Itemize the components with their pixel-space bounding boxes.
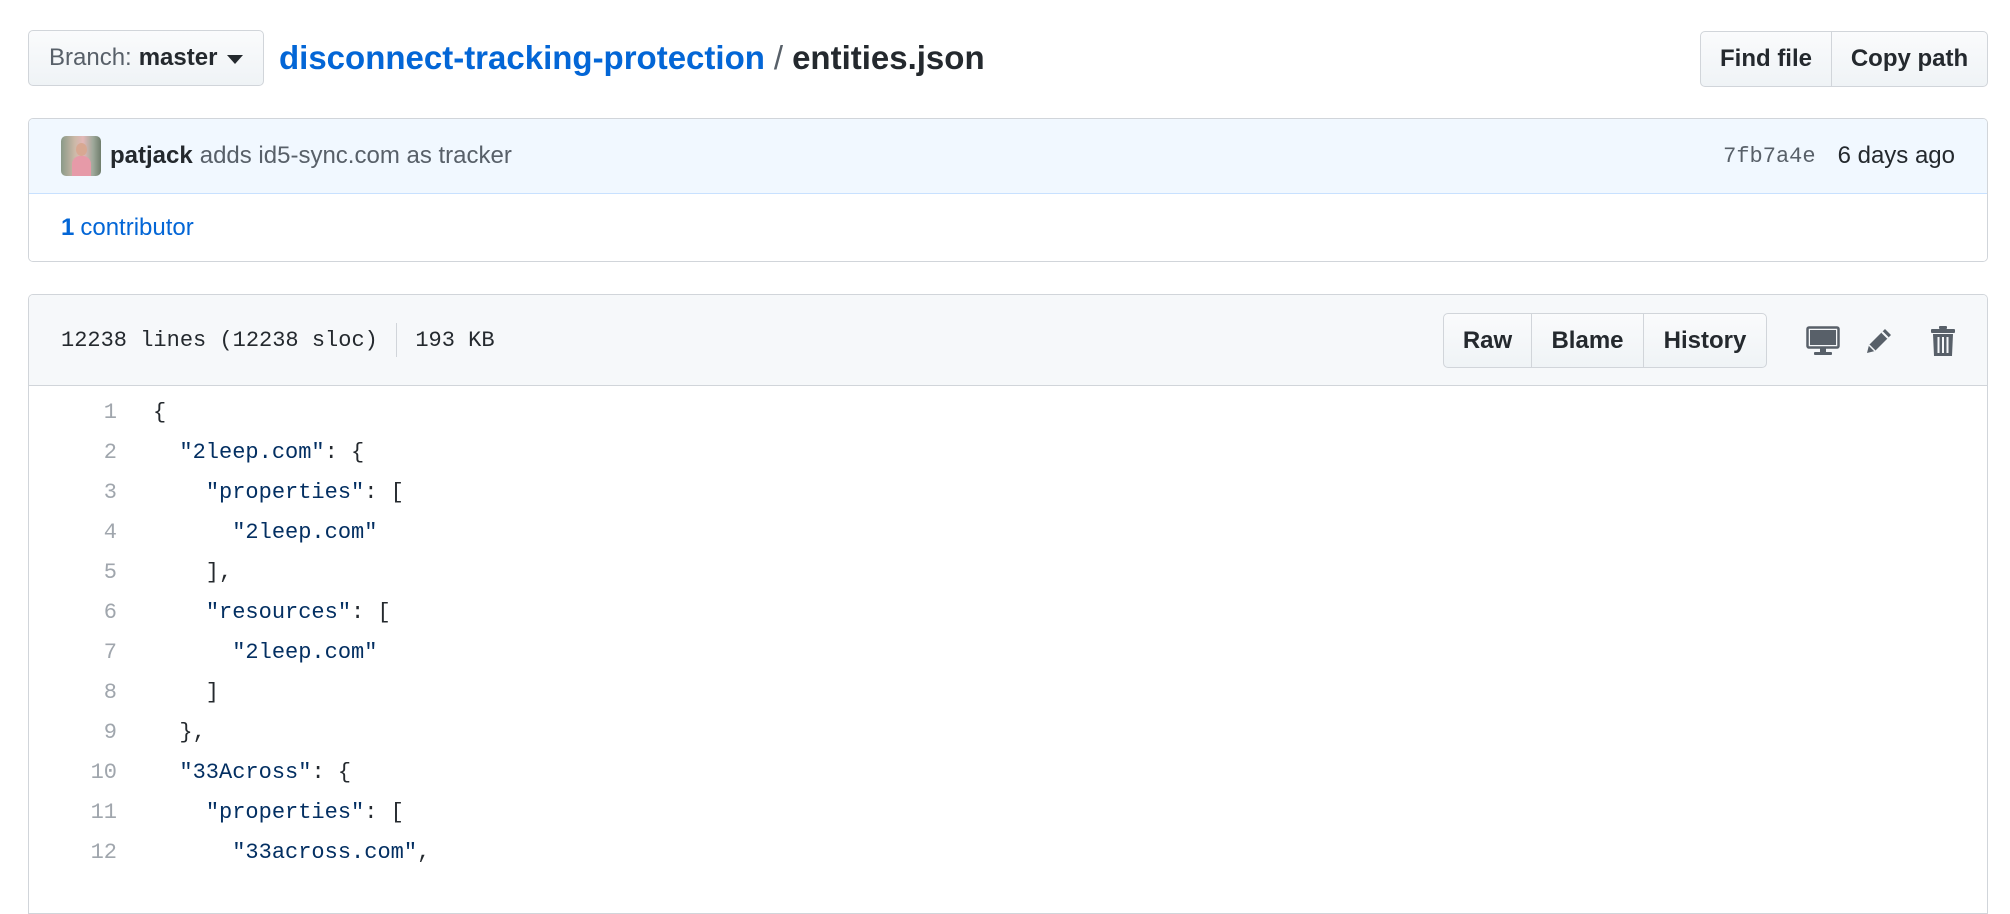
line-content: "33Across": { <box>179 759 352 785</box>
history-button[interactable]: History <box>1643 313 1767 368</box>
line-content: { <box>153 399 167 425</box>
repo-link[interactable]: disconnect-tracking-protection <box>279 39 765 77</box>
line-number[interactable]: 11 <box>29 800 117 825</box>
code-line: 6 "resources": [ <box>29 592 1987 632</box>
pencil-icon[interactable] <box>1859 321 1899 361</box>
contributors-row[interactable]: 1 contributor <box>29 194 1987 261</box>
blame-button[interactable]: Blame <box>1530 313 1645 368</box>
branch-name: master <box>138 44 218 71</box>
line-number[interactable]: 5 <box>29 560 117 585</box>
line-number[interactable]: 4 <box>29 520 117 545</box>
file-header: 12238 lines (12238 sloc) 193 KB Raw Blam… <box>29 295 1987 386</box>
line-number[interactable]: 3 <box>29 480 117 505</box>
code-line: 2 "2leep.com": { <box>29 432 1987 472</box>
code-line: 9 }, <box>29 712 1987 752</box>
code-line: 10 "33Across": { <box>29 752 1987 792</box>
file-size: 193 KB <box>415 327 495 353</box>
code-line: 5 ], <box>29 552 1987 592</box>
code-line: 8 ] <box>29 672 1987 712</box>
branch-select-button[interactable]: Branch: master <box>28 30 264 86</box>
code-line: 3 "properties": [ <box>29 472 1987 512</box>
trash-icon[interactable] <box>1923 321 1963 361</box>
line-content: ] <box>153 679 220 705</box>
line-number[interactable]: 12 <box>29 840 117 865</box>
file-info: 12238 lines (12238 sloc) 193 KB <box>61 323 495 357</box>
contributor-count: 1 <box>61 214 75 241</box>
commit-author-link[interactable]: patjack <box>110 142 193 170</box>
line-content: "33across.com", <box>232 839 431 865</box>
line-number[interactable]: 7 <box>29 640 117 665</box>
line-number[interactable]: 9 <box>29 720 117 745</box>
line-number[interactable]: 8 <box>29 680 117 705</box>
line-content: "2leep.com" <box>232 519 378 545</box>
raw-button[interactable]: Raw <box>1443 313 1532 368</box>
commit-info-box: patjack adds id5-sync.com as tracker 7fb… <box>28 118 1988 262</box>
commit-meta: 7fb7a4e 6 days ago <box>1723 119 1955 193</box>
code-view: 1 { 2 "2leep.com": { 3 "properties": [ 4… <box>29 386 1987 872</box>
commit-sha-link[interactable]: 7fb7a4e <box>1723 144 1815 169</box>
caret-down-icon <box>227 54 244 64</box>
code-line: 11 "properties": [ <box>29 792 1987 832</box>
file-name: entities.json <box>792 39 985 76</box>
code-line: 12 "33across.com", <box>29 832 1987 872</box>
avatar[interactable] <box>61 136 101 176</box>
code-line: 7 "2leep.com" <box>29 632 1987 672</box>
breadcrumb-separator: / <box>773 39 784 76</box>
find-file-button[interactable]: Find file <box>1699 31 1833 87</box>
file-actions-button-group: Raw Blame History <box>1443 313 1767 368</box>
line-content: }, <box>153 719 206 745</box>
file-nav-button-group: Find file Copy path <box>1699 31 1988 87</box>
contributor-label: contributor <box>80 214 194 241</box>
line-content: "resources": [ <box>205 599 391 625</box>
line-number[interactable]: 10 <box>29 760 117 785</box>
line-content: "properties": [ <box>205 799 404 825</box>
latest-commit-row: patjack adds id5-sync.com as tracker 7fb… <box>29 119 1987 194</box>
file-info-divider <box>395 323 398 357</box>
breadcrumb: disconnect-tracking-protection / entitie… <box>279 36 985 80</box>
branch-prefix-label: Branch: <box>49 44 132 71</box>
commit-time: 6 days ago <box>1837 142 1955 169</box>
line-content: ], <box>153 559 233 585</box>
line-content: "2leep.com" <box>232 639 378 665</box>
line-number[interactable]: 1 <box>29 400 117 425</box>
line-number[interactable]: 2 <box>29 440 117 465</box>
file-viewer: 12238 lines (12238 sloc) 193 KB Raw Blam… <box>28 294 1988 914</box>
line-content: "properties": [ <box>205 479 404 505</box>
code-line: 4 "2leep.com" <box>29 512 1987 552</box>
commit-message-link[interactable]: adds id5-sync.com as tracker <box>200 142 512 170</box>
code-line: 1 { <box>29 392 1987 432</box>
desktop-icon[interactable] <box>1803 321 1843 361</box>
line-content: "2leep.com": { <box>179 439 365 465</box>
line-number[interactable]: 6 <box>29 600 117 625</box>
file-line-count: 12238 lines (12238 sloc) <box>61 327 378 353</box>
copy-path-button[interactable]: Copy path <box>1831 31 1988 87</box>
